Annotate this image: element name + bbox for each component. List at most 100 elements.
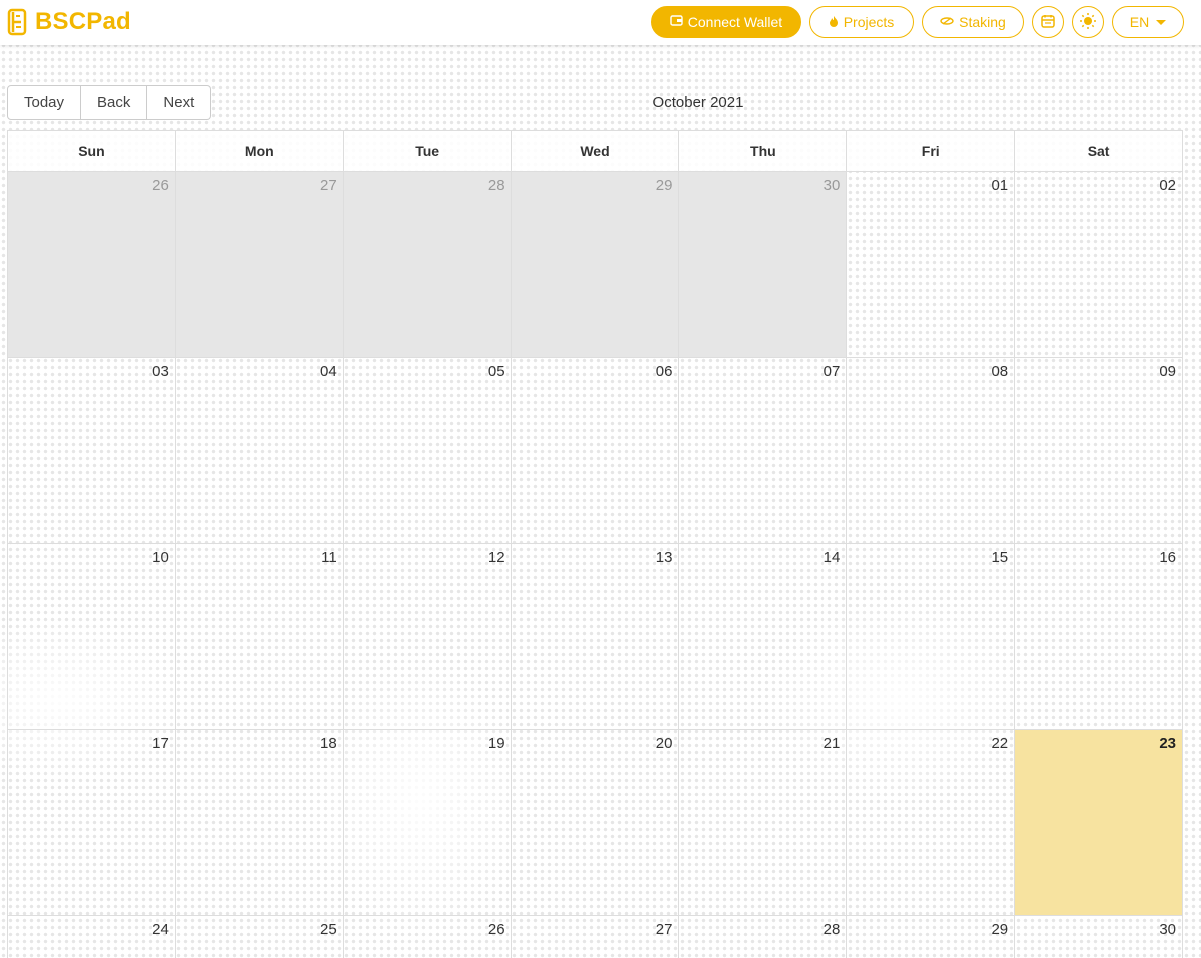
day-number: 14 <box>823 549 841 566</box>
day-cell[interactable]: 28 <box>678 916 846 958</box>
day-number: 04 <box>320 363 337 380</box>
day-number: 19 <box>487 735 505 752</box>
day-cell[interactable]: 09 <box>1014 358 1182 543</box>
day-cell[interactable]: 20 <box>510 730 679 915</box>
day-cell[interactable]: 04 <box>174 358 343 543</box>
day-cell[interactable]: 11 <box>174 544 343 729</box>
connect-wallet-label: Connect Wallet <box>687 14 783 30</box>
month-calendar: Sun Mon Tue Wed Thu Fri Sat 26 27 28 29 … <box>7 130 1183 958</box>
day-number: 01 <box>991 177 1009 194</box>
projects-button[interactable]: Projects <box>809 6 914 38</box>
week-row: 03 04 05 06 07 08 09 <box>8 357 1182 543</box>
day-cell[interactable]: 10 <box>8 544 175 729</box>
day-number: 08 <box>991 363 1009 380</box>
day-number: 26 <box>487 921 505 938</box>
day-cell[interactable]: 07 <box>678 358 846 543</box>
day-cell[interactable]: 02 <box>1014 172 1182 357</box>
week-row: 26 27 28 29 30 01 02 <box>8 171 1182 357</box>
day-cell[interactable]: 27 <box>510 916 679 958</box>
day-cell[interactable]: 06 <box>510 358 679 543</box>
day-cell[interactable]: 29 <box>510 172 679 357</box>
day-number: 29 <box>991 921 1009 938</box>
day-cell-today[interactable]: 23 <box>1014 730 1183 915</box>
weekday-sat: Sat <box>1014 131 1182 171</box>
day-cell[interactable]: 14 <box>678 544 846 729</box>
today-button[interactable]: Today <box>7 85 82 120</box>
day-cell[interactable]: 30 <box>1014 916 1182 958</box>
day-number: 20 <box>655 735 673 752</box>
day-number: 29 <box>655 177 673 194</box>
day-cell[interactable]: 21 <box>678 730 846 915</box>
calendar-toolbar: Today Back Next <box>7 85 212 120</box>
day-cell[interactable]: 16 <box>1014 544 1182 729</box>
day-cell[interactable]: 28 <box>342 172 511 357</box>
day-number: 24 <box>152 921 169 938</box>
staking-button[interactable]: Staking <box>922 6 1024 38</box>
back-button[interactable]: Back <box>81 85 148 120</box>
day-number: 30 <box>823 177 841 194</box>
day-cell[interactable]: 08 <box>846 358 1014 543</box>
day-number: 02 <box>1159 177 1177 194</box>
day-number: 05 <box>487 363 505 380</box>
language-select[interactable]: EN <box>1112 6 1184 38</box>
day-number: 07 <box>823 363 841 380</box>
projects-label: Projects <box>843 14 895 30</box>
day-cell[interactable]: 25 <box>174 916 343 958</box>
wallet-icon <box>670 14 683 30</box>
day-cell[interactable]: 17 <box>8 730 175 915</box>
weekday-thu: Thu <box>678 131 846 171</box>
day-number: 12 <box>487 549 505 566</box>
day-cell[interactable]: 26 <box>8 172 175 357</box>
calendar-button[interactable] <box>1032 6 1064 38</box>
next-button[interactable]: Next <box>147 85 212 120</box>
brand-name: BSCPad <box>35 8 131 35</box>
day-cell[interactable]: 18 <box>174 730 343 915</box>
day-cell[interactable]: 24 <box>8 916 175 958</box>
day-cell[interactable]: 12 <box>342 544 511 729</box>
week-row: 10 11 12 13 14 15 16 <box>8 543 1182 729</box>
main-nav: Connect Wallet Projects Staking EN <box>651 6 1184 38</box>
day-number: 26 <box>152 177 169 194</box>
weekday-header: Sun Mon Tue Wed Thu Fri Sat <box>8 131 1182 171</box>
day-number: 27 <box>320 177 337 194</box>
bscpad-logo-icon <box>7 8 29 36</box>
brand-logo[interactable]: BSCPad <box>7 8 131 36</box>
day-number: 23 <box>1159 735 1177 752</box>
day-number: 10 <box>152 549 169 566</box>
caret-down-icon <box>1156 19 1167 25</box>
day-cell[interactable]: 01 <box>846 172 1014 357</box>
language-label: EN <box>1129 14 1150 30</box>
staking-label: Staking <box>959 14 1006 30</box>
day-number: 17 <box>152 735 169 752</box>
day-cell[interactable]: 27 <box>174 172 343 357</box>
theme-toggle-button[interactable] <box>1072 6 1104 38</box>
day-number: 21 <box>823 735 841 752</box>
day-number: 28 <box>823 921 841 938</box>
day-number: 25 <box>320 921 337 938</box>
connect-wallet-button[interactable]: Connect Wallet <box>651 6 801 38</box>
day-cell[interactable]: 30 <box>678 172 847 357</box>
weekday-fri: Fri <box>846 131 1014 171</box>
staking-icon <box>940 14 954 30</box>
day-number: 09 <box>1159 363 1177 380</box>
day-cell[interactable]: 05 <box>342 358 511 543</box>
week-row: 24 25 26 27 28 29 30 <box>8 915 1182 958</box>
day-number: 03 <box>152 363 169 380</box>
week-row: 17 18 19 20 21 22 23 <box>8 729 1183 915</box>
top-navbar: BSCPad Connect Wallet Projects Staking E… <box>0 0 1201 45</box>
day-cell[interactable]: 22 <box>846 730 1014 915</box>
day-number: 06 <box>655 363 673 380</box>
weekday-sun: Sun <box>78 143 105 159</box>
day-cell[interactable]: 13 <box>510 544 679 729</box>
day-cell[interactable]: 15 <box>846 544 1014 729</box>
day-number: 13 <box>655 549 673 566</box>
day-number: 18 <box>320 735 337 752</box>
day-cell[interactable]: 29 <box>846 916 1014 958</box>
sun-icon <box>1079 12 1097 33</box>
day-number: 11 <box>321 549 337 566</box>
day-cell[interactable]: 19 <box>342 730 511 915</box>
day-number: 16 <box>1159 549 1177 566</box>
weekday-wed: Wed <box>510 131 679 171</box>
day-cell[interactable]: 26 <box>342 916 511 958</box>
day-cell[interactable]: 03 <box>8 358 175 543</box>
